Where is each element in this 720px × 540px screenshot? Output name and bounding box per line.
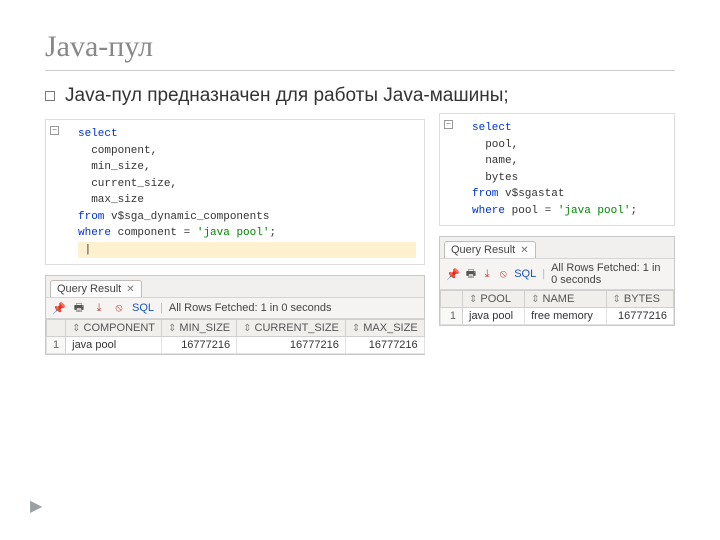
result-grid-right[interactable]: ⇕POOL ⇕NAME ⇕BYTES 1 java pool free memo…: [440, 290, 674, 325]
rownum-header: [441, 291, 463, 308]
export-icon[interactable]: ⤓: [482, 267, 492, 281]
close-icon[interactable]: ✕: [126, 284, 134, 295]
col-header[interactable]: ⇕POOL: [463, 291, 525, 308]
col-header[interactable]: ⇕COMPONENT: [66, 320, 162, 337]
query-result-left: Query Result ✕ 📌 🖶 ⤓ ⦸ SQL | All Rows Fe…: [45, 275, 425, 355]
result-grid-left[interactable]: ⇕COMPONENT ⇕MIN_SIZE ⇕CURRENT_SIZE ⇕MAX_…: [46, 319, 425, 354]
left-panel: − select component, min_size, current_si…: [45, 119, 425, 355]
col-header[interactable]: ⇕NAME: [525, 291, 606, 308]
col-header[interactable]: ⇕MIN_SIZE: [162, 320, 237, 337]
print-icon[interactable]: 🖶: [72, 301, 86, 315]
result-toolbar: 📌 🖶 ⤓ ⦸ SQL | All Rows Fetched: 1 in 0 s…: [440, 258, 674, 290]
bullet-text: Java-пул предназначен для работы Java-ма…: [45, 85, 675, 107]
fold-gutter[interactable]: −: [50, 126, 59, 135]
sql-link[interactable]: SQL: [514, 268, 536, 280]
query-result-right: Query Result ✕ 📌 🖶 ⤓ ⦸ SQL | All Rows Fe…: [439, 236, 675, 326]
status-text: All Rows Fetched: 1 in 0 seconds: [551, 262, 668, 286]
col-header[interactable]: ⇕CURRENT_SIZE: [237, 320, 346, 337]
export-icon[interactable]: ⤓: [92, 301, 106, 315]
close-icon[interactable]: ✕: [520, 245, 528, 256]
result-tab[interactable]: Query Result ✕: [50, 280, 142, 297]
sql-link[interactable]: SQL: [132, 302, 154, 314]
nav-arrow-icon[interactable]: ▶: [30, 496, 42, 516]
bullet-icon: [45, 91, 55, 101]
fold-gutter[interactable]: −: [444, 120, 453, 129]
bullet-label: Java-пул предназначен для работы Java-ма…: [65, 85, 509, 107]
pin-icon[interactable]: 📌: [446, 267, 460, 281]
right-panel: − select pool, name, bytes from v$sgasta…: [439, 113, 675, 355]
status-text: All Rows Fetched: 1 in 0 seconds: [169, 302, 332, 314]
table-row[interactable]: 1 java pool free memory 16777216: [441, 308, 674, 325]
result-tab[interactable]: Query Result ✕: [444, 241, 536, 258]
col-header[interactable]: ⇕BYTES: [606, 291, 673, 308]
col-header[interactable]: ⇕MAX_SIZE: [345, 320, 424, 337]
table-row[interactable]: 1 java pool 16777216 16777216 16777216: [47, 337, 425, 354]
pin-icon[interactable]: 📌: [52, 301, 66, 315]
cancel-icon[interactable]: ⦸: [498, 267, 508, 281]
sql-editor-right[interactable]: − select pool, name, bytes from v$sgasta…: [439, 113, 675, 226]
result-toolbar: 📌 🖶 ⤓ ⦸ SQL | All Rows Fetched: 1 in 0 s…: [46, 297, 424, 319]
rownum-header: [47, 320, 66, 337]
sql-editor-left[interactable]: − select component, min_size, current_si…: [45, 119, 425, 265]
print-icon[interactable]: 🖶: [466, 267, 476, 281]
page-title: Java-пул: [45, 30, 675, 71]
cancel-icon[interactable]: ⦸: [112, 301, 126, 315]
